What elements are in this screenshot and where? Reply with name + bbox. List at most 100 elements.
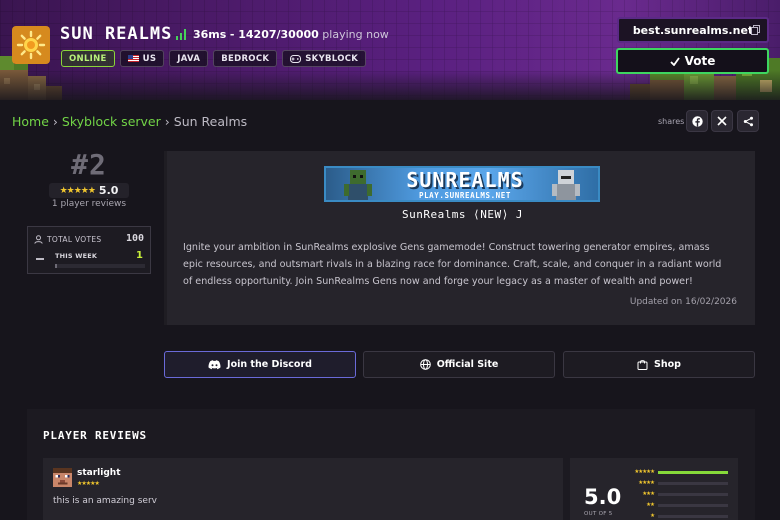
rating-distribution-row: ★★★★ — [620, 479, 732, 487]
knight-character-image — [552, 170, 580, 200]
ping-and-players: 36ms - 14207/30000 playing now — [193, 28, 389, 41]
join-discord-button[interactable]: Join the Discord — [164, 351, 356, 378]
breadcrumb-category[interactable]: Skyblock server — [62, 114, 161, 129]
sun-icon — [16, 30, 46, 60]
banner-title: SUNREALMS — [406, 168, 524, 192]
zombie-character-image — [344, 170, 372, 200]
join-discord-label: Join the Discord — [227, 359, 312, 370]
banner-subtitle: PLAY.SUNREALMS.NET — [418, 191, 512, 200]
official-site-button[interactable]: Official Site — [363, 351, 555, 378]
trend-dash-icon — [36, 258, 44, 260]
reviews-title: PLAYER REVIEWS — [43, 429, 147, 442]
reviewer-stars: ★★★★★ — [77, 480, 100, 487]
summary-score: 5.0 — [584, 485, 622, 509]
gamepad-icon — [290, 54, 302, 63]
rating-distribution-row: ★★★★★ — [620, 468, 732, 476]
tag-java-label: JAVA — [177, 53, 201, 64]
server-motd: SunRealms ⟨NEW⟩ J — [401, 208, 524, 221]
us-flag-icon — [127, 55, 139, 62]
share-x-button[interactable] — [711, 110, 733, 132]
shop-button[interactable]: Shop — [563, 351, 755, 378]
players-count: 14207/30000 — [238, 28, 319, 41]
updated-date: Updated on 16/02/2026 — [629, 297, 737, 307]
globe-icon — [419, 359, 431, 370]
tag-java[interactable]: JAVA — [169, 50, 209, 67]
distribution-stars: ★★ — [646, 502, 655, 508]
tag-skyblock-label: SKYBLOCK — [305, 53, 359, 64]
tag-online[interactable]: ONLINE — [61, 50, 115, 67]
review-text: this is an amazing serv — [53, 496, 157, 506]
player-reviews-section: PLAYER REVIEWS starlight ★★★★★ this is a… — [27, 409, 755, 520]
share-facebook-button[interactable] — [686, 110, 708, 132]
tag-country[interactable]: US — [119, 50, 165, 67]
shopping-bag-icon — [637, 360, 648, 370]
tag-online-label: ONLINE — [69, 53, 107, 64]
x-icon — [717, 116, 727, 126]
distribution-fill — [658, 470, 728, 474]
review-card: starlight ★★★★★ this is an amazing serv — [43, 458, 563, 520]
votes-card: TOTAL VOTES 100 THIS WEEK 1 — [27, 226, 151, 274]
server-address-box[interactable]: best.sunrealms.net — [617, 17, 769, 43]
tag-country-label: US — [142, 53, 157, 64]
total-votes-label: TOTAL VOTES — [47, 235, 102, 244]
reviewer-name[interactable]: starlight — [77, 468, 121, 478]
shares-label: shares — [658, 117, 685, 126]
distribution-stars: ★★★★ — [638, 480, 655, 486]
rating-distribution-row: ★★ — [620, 501, 732, 509]
ping-value: 36ms — [193, 28, 227, 41]
breadcrumb-separator: › — [164, 114, 170, 129]
distribution-track — [658, 481, 728, 485]
share-generic-button[interactable] — [737, 110, 759, 132]
vote-label: Vote — [684, 54, 716, 68]
tag-bedrock-label: BEDROCK — [221, 53, 270, 64]
breadcrumb-home[interactable]: Home — [12, 114, 49, 129]
rating-summary-card: 5.0 OUT OF 5 ★★★★★ ★★★★ ★★★ ★★ ★ — [570, 458, 738, 520]
summary-out-of: OUT OF 5 — [584, 511, 613, 517]
players-suffix: playing now — [322, 28, 389, 41]
distribution-track — [658, 514, 728, 518]
rating-value: 5.0 — [98, 184, 119, 197]
this-week-label: THIS WEEK — [55, 252, 98, 260]
breadcrumb-separator: › — [52, 114, 58, 129]
breadcrumb-current: Sun Realms — [173, 114, 248, 129]
server-address: best.sunrealms.net — [632, 23, 754, 37]
signal-icon — [176, 29, 188, 40]
review-count[interactable]: 1 player reviews — [30, 199, 148, 209]
tag-skyblock[interactable]: SKYBLOCK — [282, 50, 367, 67]
vote-button[interactable]: Vote — [616, 48, 769, 74]
server-name: SUN REALMS — [60, 24, 173, 44]
breadcrumb: Home › Skyblock server › Sun Realms — [12, 114, 247, 129]
shop-label: Shop — [654, 359, 681, 370]
players-separator: - — [229, 28, 239, 41]
discord-icon — [208, 359, 221, 369]
rating-stars: ★★★★★ — [59, 185, 96, 196]
rating-distribution-row: ★★★ — [620, 490, 732, 498]
facebook-icon — [691, 115, 703, 127]
this-week-value: 1 — [136, 250, 143, 261]
rating-pill: ★★★★★ 5.0 — [49, 183, 129, 198]
distribution-track — [658, 503, 728, 507]
official-site-label: Official Site — [436, 359, 499, 370]
server-hero: SUN REALMS 36ms - 14207/30000 playing no… — [0, 0, 780, 100]
distribution-stars: ★ — [650, 513, 655, 519]
share-icon — [743, 116, 753, 126]
server-info-card: SUNREALMS PLAY.SUNREALMS.NET SunRealms ⟨… — [164, 151, 755, 325]
week-progress-fill — [55, 264, 57, 268]
reviewer-avatar — [53, 468, 72, 487]
distribution-track — [658, 492, 728, 496]
rating-distribution-row: ★ — [620, 512, 732, 520]
server-banner: SUNREALMS PLAY.SUNREALMS.NET — [324, 166, 600, 202]
distribution-stars: ★★★★★ — [634, 469, 655, 475]
server-rank: #2 — [71, 148, 107, 181]
distribution-track — [658, 470, 728, 474]
total-votes-value: 100 — [125, 233, 144, 244]
hero-fade — [0, 70, 780, 100]
server-logo — [12, 26, 50, 64]
check-icon — [669, 56, 680, 66]
user-icon — [34, 235, 43, 244]
copy-icon[interactable] — [751, 25, 760, 35]
tag-bedrock[interactable]: BEDROCK — [213, 50, 278, 67]
distribution-stars: ★★★ — [642, 491, 655, 497]
server-description: Ignite your ambition in SunRealms explos… — [183, 242, 722, 287]
week-progress-bar — [55, 264, 145, 268]
